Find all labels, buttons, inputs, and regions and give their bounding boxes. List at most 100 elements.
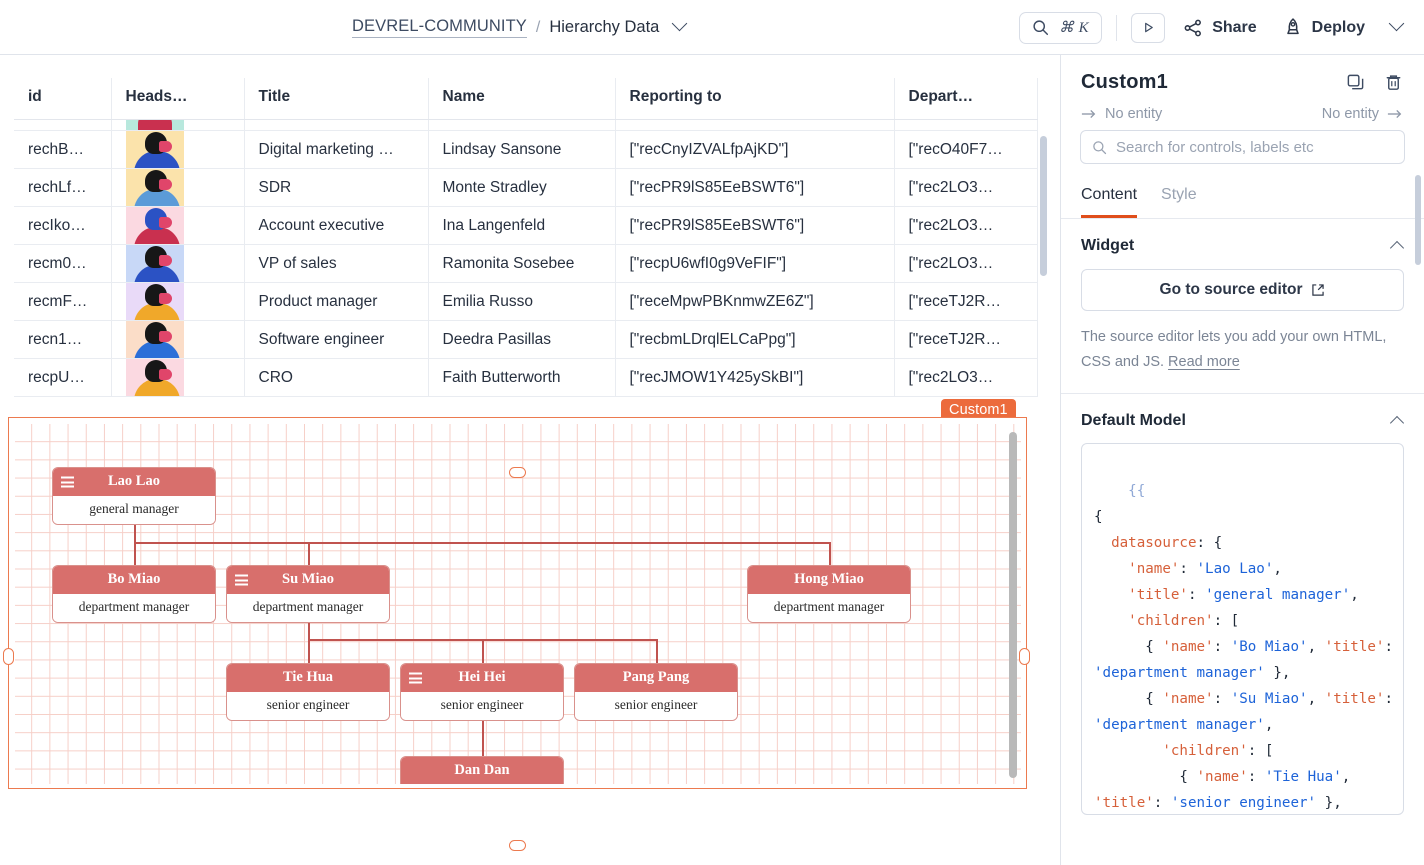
cell-id[interactable]: recpU…	[14, 359, 111, 397]
cell-headshot[interactable]	[111, 169, 244, 207]
org-node-hei-hei[interactable]: Hei Hei senior engineer	[400, 663, 564, 721]
cell-reporting-to[interactable]: ["recJMOW1Y425ySkBI"]	[615, 359, 894, 397]
column-header-title[interactable]: Title	[244, 78, 428, 120]
table-row[interactable]: recpU… CROFaith Butterworth["recJMOW1Y425…	[14, 359, 1037, 397]
cell-id[interactable]: recn1…	[14, 321, 111, 359]
table-row[interactable]: rechLf… SDRMonte Stradley["recPR9lS85EeBS…	[14, 169, 1037, 207]
org-node-pang-pang[interactable]: Pang Pang senior engineer	[574, 663, 738, 721]
resize-handle-right[interactable]	[1019, 648, 1030, 665]
org-node-header: Hong Miao	[748, 566, 910, 594]
share-button[interactable]: Share	[1183, 18, 1256, 38]
cell-reporting-to[interactable]: ["recbmLDrqlELCaPpg"]	[615, 321, 894, 359]
hamburger-icon[interactable]	[235, 575, 248, 586]
cell-headshot[interactable]	[111, 131, 244, 169]
resize-handle-bottom[interactable]	[509, 840, 526, 851]
cell-id[interactable]: recm0…	[14, 245, 111, 283]
cell-reporting-to[interactable]: ["recPR9lS85EeBSWT6"]	[615, 169, 894, 207]
hamburger-icon[interactable]	[409, 673, 422, 684]
duplicate-icon[interactable]	[1346, 73, 1365, 92]
cell-reporting-to[interactable]: ["recPR9lS85EeBSWT6"]	[615, 207, 894, 245]
cell-name[interactable]: Faith Butterworth	[428, 359, 615, 397]
cell-headshot[interactable]	[111, 245, 244, 283]
cell-headshot[interactable]	[111, 359, 244, 397]
breadcrumb-page[interactable]: Hierarchy Data	[549, 18, 659, 37]
read-more-link[interactable]: Read more	[1168, 354, 1240, 370]
table-row[interactable]: recmF… Product managerEmilia Russo["receM…	[14, 283, 1037, 321]
cell-headshot[interactable]	[111, 321, 244, 359]
cell-title[interactable]: VP of sales	[244, 245, 428, 283]
cell-reporting-to[interactable]: ["recpU6wfI0g9VeFIF"]	[615, 245, 894, 283]
chevron-up-icon[interactable]	[1390, 241, 1404, 255]
cell-id[interactable]: rechLf…	[14, 169, 111, 207]
table-widget[interactable]: id Heads… Title Name Reporting to Depart…	[14, 78, 1050, 428]
column-header-department[interactable]: Depart…	[894, 78, 1037, 120]
org-node-hong-miao[interactable]: Hong Miao department manager	[747, 565, 911, 623]
table-row[interactable]: recm0… VP of salesRamonita Sosebee["recpU…	[14, 245, 1037, 283]
org-chart-vertical-scrollbar[interactable]	[1009, 432, 1017, 778]
column-header-headshot[interactable]: Heads…	[111, 78, 244, 120]
column-header-reporting[interactable]: Reporting to	[615, 78, 894, 120]
column-header-id[interactable]: id	[14, 78, 111, 120]
cell-name[interactable]: Emilia Russo	[428, 283, 615, 321]
deploy-button[interactable]: Deploy	[1283, 17, 1365, 38]
cell-reporting-to[interactable]: ["receMpwPBKnmwZE6Z"]	[615, 283, 894, 321]
cell-name[interactable]: Ina Langenfeld	[428, 207, 615, 245]
cell-title[interactable]: Digital marketing …	[244, 131, 428, 169]
resize-handle-left[interactable]	[3, 648, 14, 665]
cell-title[interactable]: SDR	[244, 169, 428, 207]
cell-title[interactable]: Account executive	[244, 207, 428, 245]
cell-reporting-to[interactable]: ["recCnyIZVALfpAjKD"]	[615, 131, 894, 169]
org-node-bo-miao[interactable]: Bo Miao department manager	[52, 565, 216, 623]
breadcrumb-org[interactable]: DEVREL-COMMUNITY	[352, 17, 527, 38]
cell-department[interactable]: ["rec2LO3…	[894, 207, 1037, 245]
trash-icon[interactable]	[1384, 73, 1403, 92]
cell-department[interactable]: ["receTJ2R…	[894, 283, 1037, 321]
cell-headshot[interactable]	[111, 283, 244, 321]
cell-id[interactable]: rechB…	[14, 131, 111, 169]
cell-department[interactable]: ["rec2LO3…	[894, 359, 1037, 397]
preview-button[interactable]	[1131, 13, 1165, 43]
tab-style[interactable]: Style	[1161, 186, 1197, 218]
table-vertical-scrollbar[interactable]	[1040, 136, 1047, 276]
widget-section-header[interactable]: Widget	[1061, 219, 1424, 255]
cell-name[interactable]: Ramonita Sosebee	[428, 245, 615, 283]
cell-department[interactable]: ["rec2LO3…	[894, 169, 1037, 207]
cell-title[interactable]: CRO	[244, 359, 428, 397]
chevron-up-icon[interactable]	[1390, 416, 1404, 430]
org-node-su-miao[interactable]: Su Miao department manager	[226, 565, 390, 623]
widget-section-title: Widget	[1081, 237, 1134, 255]
table-row[interactable]: recIko…Account executiveIna Langenfeld["…	[14, 207, 1037, 245]
chevron-down-icon[interactable]	[674, 18, 685, 38]
hamburger-icon[interactable]	[61, 477, 74, 488]
cell-title[interactable]: Product manager	[244, 283, 428, 321]
go-to-source-editor-button[interactable]: Go to source editor	[1081, 269, 1404, 311]
more-options-button[interactable]	[1391, 18, 1402, 38]
org-node-lao-lao[interactable]: Lao Lao general manager	[52, 467, 216, 525]
table-row[interactable]: recn1…Software engineerDeedra Pasillas["…	[14, 321, 1037, 359]
cell-name[interactable]: Lindsay Sansone	[428, 131, 615, 169]
column-header-name[interactable]: Name	[428, 78, 615, 120]
edge-row1-horizontal	[134, 542, 830, 544]
model-section-header[interactable]: Default Model	[1061, 394, 1424, 430]
resize-handle-top[interactable]	[509, 467, 526, 478]
cell-id[interactable]: recmF…	[14, 283, 111, 321]
search-button[interactable]: ⌘ K	[1019, 12, 1102, 44]
cell-department[interactable]: ["rec2LO3…	[894, 245, 1037, 283]
cell-department[interactable]: ["receTJ2R…	[894, 321, 1037, 359]
tab-content[interactable]: Content	[1081, 186, 1137, 218]
org-node-dan-dan[interactable]: Dan Dan engineer	[400, 756, 564, 784]
cell-title[interactable]: Software engineer	[244, 321, 428, 359]
default-model-code-editor[interactable]: {{ { datasource: { 'name': 'Lao Lao', 't…	[1081, 443, 1404, 815]
next-entity[interactable]: No entity	[1322, 106, 1403, 122]
cell-department[interactable]: ["recO40F7…	[894, 131, 1037, 169]
table-row-partial[interactable]	[14, 120, 1037, 131]
cell-id[interactable]: recIko…	[14, 207, 111, 245]
org-node-tie-hua[interactable]: Tie Hua senior engineer	[226, 663, 390, 721]
inspector-search-field[interactable]: Search for controls, labels etc	[1080, 130, 1405, 164]
previous-entity[interactable]: No entity	[1081, 106, 1162, 122]
cell-headshot[interactable]	[111, 207, 244, 245]
cell-name[interactable]: Monte Stradley	[428, 169, 615, 207]
inspector-vertical-scrollbar[interactable]	[1415, 175, 1421, 265]
table-row[interactable]: rechB… Digital marketing …Lindsay Sansone…	[14, 131, 1037, 169]
cell-name[interactable]: Deedra Pasillas	[428, 321, 615, 359]
